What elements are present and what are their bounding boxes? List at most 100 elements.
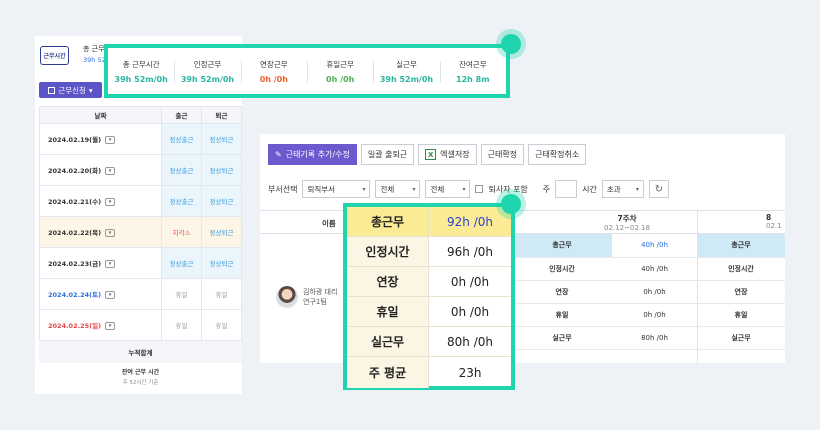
week-stat-value: 40h /0h — [612, 257, 697, 281]
stat-row: 실근무 80h /0h — [347, 327, 511, 358]
highlight-dot-icon — [501, 34, 521, 54]
summary-value: 39h 52m/0h — [379, 74, 434, 84]
week8-header: 8 02.1 — [766, 213, 782, 230]
week-stat-label: 총근무 — [697, 234, 785, 258]
total-hours-mini: 총 근무 39h 52 — [83, 45, 106, 64]
edit-icon — [48, 86, 56, 94]
stat-row: 인정시간 96h /0h — [347, 237, 511, 268]
checkout-status: 정상퇴근 — [201, 154, 242, 186]
checkin-status: 지각⚠ — [161, 216, 202, 248]
stat-value: 0h /0h — [450, 304, 490, 319]
name-header: 이름 — [322, 219, 336, 228]
filter-select-2[interactable]: 전체 ▾ — [375, 180, 421, 198]
summary-label: 실근무 — [396, 59, 417, 69]
summary-value: 39h 52m/0h — [180, 74, 235, 84]
summary-label: 인정근무 — [193, 59, 222, 69]
chevron-down-icon[interactable]: ▾ — [105, 322, 116, 330]
stat-row: 총근무 92h /0h — [347, 207, 511, 238]
dept-select[interactable]: 퇴직부서 ▾ — [302, 180, 371, 198]
excel-save-button[interactable]: X 엑셀저장 — [418, 144, 477, 165]
chevron-down-icon[interactable]: ▾ — [105, 198, 116, 206]
excel-icon: X — [425, 149, 437, 160]
over-select[interactable]: 초과 ▾ — [601, 180, 644, 198]
checkin-status: 정상출근 — [161, 185, 202, 217]
checkout-status: 휴일 — [201, 309, 242, 341]
confirm-button[interactable]: 근태확정 — [480, 144, 525, 165]
summary-value: 0h /0h — [259, 74, 288, 84]
table-row: 인정시간 40h /0h — [512, 257, 697, 281]
bulk-checkin-button[interactable]: 일괄 출퇴근 — [360, 144, 415, 165]
stat-label: 실근무 — [347, 327, 429, 357]
summary-item: 인정근무 39h 52m/0h — [174, 59, 240, 84]
date-cell: 2024.02.25(일) ▾ — [38, 309, 163, 341]
highlight-dot-icon — [501, 194, 521, 214]
summary-item: 총 근무시간 39h 52m/0h — [108, 59, 174, 84]
table-row: 인정시간 — [697, 257, 785, 281]
date-cell: 2024.02.24(토) ▾ — [38, 278, 163, 310]
week-stat-label: 연장 — [697, 280, 785, 304]
stat-value: 0h /0h — [450, 274, 490, 289]
date-cell: 2024.02.23(금) ▾ — [38, 247, 163, 279]
summary-value: 12h 8m — [456, 74, 490, 84]
chevron-down-icon: ▾ — [412, 185, 416, 193]
table-row[interactable]: 2024.02.25(일) ▾ 휴일 휴일 — [38, 309, 242, 341]
checkin-status: 정상출근 — [161, 247, 202, 279]
week-stat-value: 0h /0h — [612, 280, 697, 304]
chevron-down-icon[interactable]: ▾ — [105, 260, 116, 268]
employee-cell[interactable]: 김하광 대리 연구1팀 — [276, 286, 337, 308]
week-stat-label: 인정시간 — [512, 257, 612, 281]
stat-label: 휴일 — [347, 297, 429, 327]
summary-item: 연장근무 0h /0h — [240, 59, 307, 84]
hours-summary-card: 총 근무시간 39h 52m/0h 인정근무 39h 52m/0h 연장근무 0h /0h… — [104, 44, 510, 98]
include-retired-checkbox[interactable] — [475, 185, 484, 193]
table-row[interactable]: 2024.02.19(월) ▾ 정상출근 정상퇴근 — [38, 123, 242, 155]
stat-value: 96h /0h — [447, 244, 493, 259]
checkout-status: 정상퇴근 — [201, 247, 242, 279]
attendance-grid-panel: ✎ 근태기록 추가/수정 일괄 출퇴근 X 엑셀저장 근태확정 근태확정취소 부… — [260, 134, 785, 363]
summary-label: 휴일근무 — [326, 59, 354, 69]
table-row: 실근무 — [697, 326, 785, 350]
filter-select-3[interactable]: 전체 ▾ — [425, 180, 471, 198]
remaining-hours: 잔여 근무 시간 주 52시간 기준 — [121, 369, 160, 386]
add-record-button[interactable]: ✎ 근태기록 추가/수정 — [268, 144, 357, 165]
table-row[interactable]: 2024.02.21(수) ▾ 정상출근 정상퇴근 — [38, 185, 242, 217]
chevron-down-icon[interactable]: ▾ — [105, 136, 116, 144]
stat-label: 연장 — [347, 267, 429, 297]
chevron-down-icon[interactable]: ▾ — [105, 167, 116, 175]
table-row: 연장 — [697, 280, 785, 304]
work-request-button[interactable]: 근무신청 ▾ — [39, 82, 102, 98]
edit-icon: ✎ — [275, 150, 282, 159]
table-row: 총근무 40h /0h — [512, 234, 697, 258]
week-stat-label: 연장 — [512, 280, 612, 304]
summary-item: 잔여근무 12h 8m — [439, 59, 506, 84]
stat-row: 휴일 0h /0h — [347, 297, 511, 328]
week-stat-label: 실근무 — [512, 326, 612, 350]
hours-input[interactable] — [555, 180, 578, 198]
refresh-icon[interactable]: ↻ — [648, 180, 669, 198]
summary-value: 39h 52m/0h — [114, 74, 168, 84]
work-hours-logo: 근무시간 — [40, 46, 69, 65]
table-row[interactable]: 2024.02.23(금) ▾ 정상출근 정상퇴근 — [38, 247, 242, 279]
table-row[interactable]: 2024.02.20(화) ▾ 정상출근 정상퇴근 — [38, 154, 242, 186]
stat-row: 연장 0h /0h — [347, 267, 511, 298]
summary-value: 0h /0h — [326, 74, 355, 84]
week7-header: 7주차 02.12~02.18 — [604, 214, 650, 232]
in-header: 출근 — [161, 106, 202, 124]
stat-value: 80h /0h — [447, 334, 493, 349]
table-row[interactable]: 2024.02.24(토) ▾ 휴일 휴일 — [38, 278, 242, 310]
summary-label: 잔여근무 — [459, 59, 487, 69]
date-cell: 2024.02.21(수) ▾ — [38, 185, 163, 217]
week8-table: 총근무 인정시간 연장 휴일 실근무 — [697, 234, 785, 350]
date-cell: 2024.02.19(월) ▾ — [38, 123, 163, 155]
avatar — [276, 286, 298, 308]
checkout-status: 휴일 — [201, 278, 242, 310]
out-header: 퇴근 — [201, 106, 242, 124]
stat-value: 23h — [458, 365, 482, 380]
chevron-down-icon[interactable]: ▾ — [105, 229, 116, 237]
table-row[interactable]: 2024.02.22(목) ▾ 지각⚠ 정상퇴근 — [38, 216, 242, 248]
stat-value: 92h /0h — [429, 207, 511, 237]
cancel-confirm-button[interactable]: 근태확정취소 — [528, 144, 587, 165]
chevron-down-icon[interactable]: ▾ — [105, 291, 116, 299]
chevron-down-icon: ▾ — [462, 185, 466, 193]
table-row: 총근무 — [697, 234, 785, 258]
